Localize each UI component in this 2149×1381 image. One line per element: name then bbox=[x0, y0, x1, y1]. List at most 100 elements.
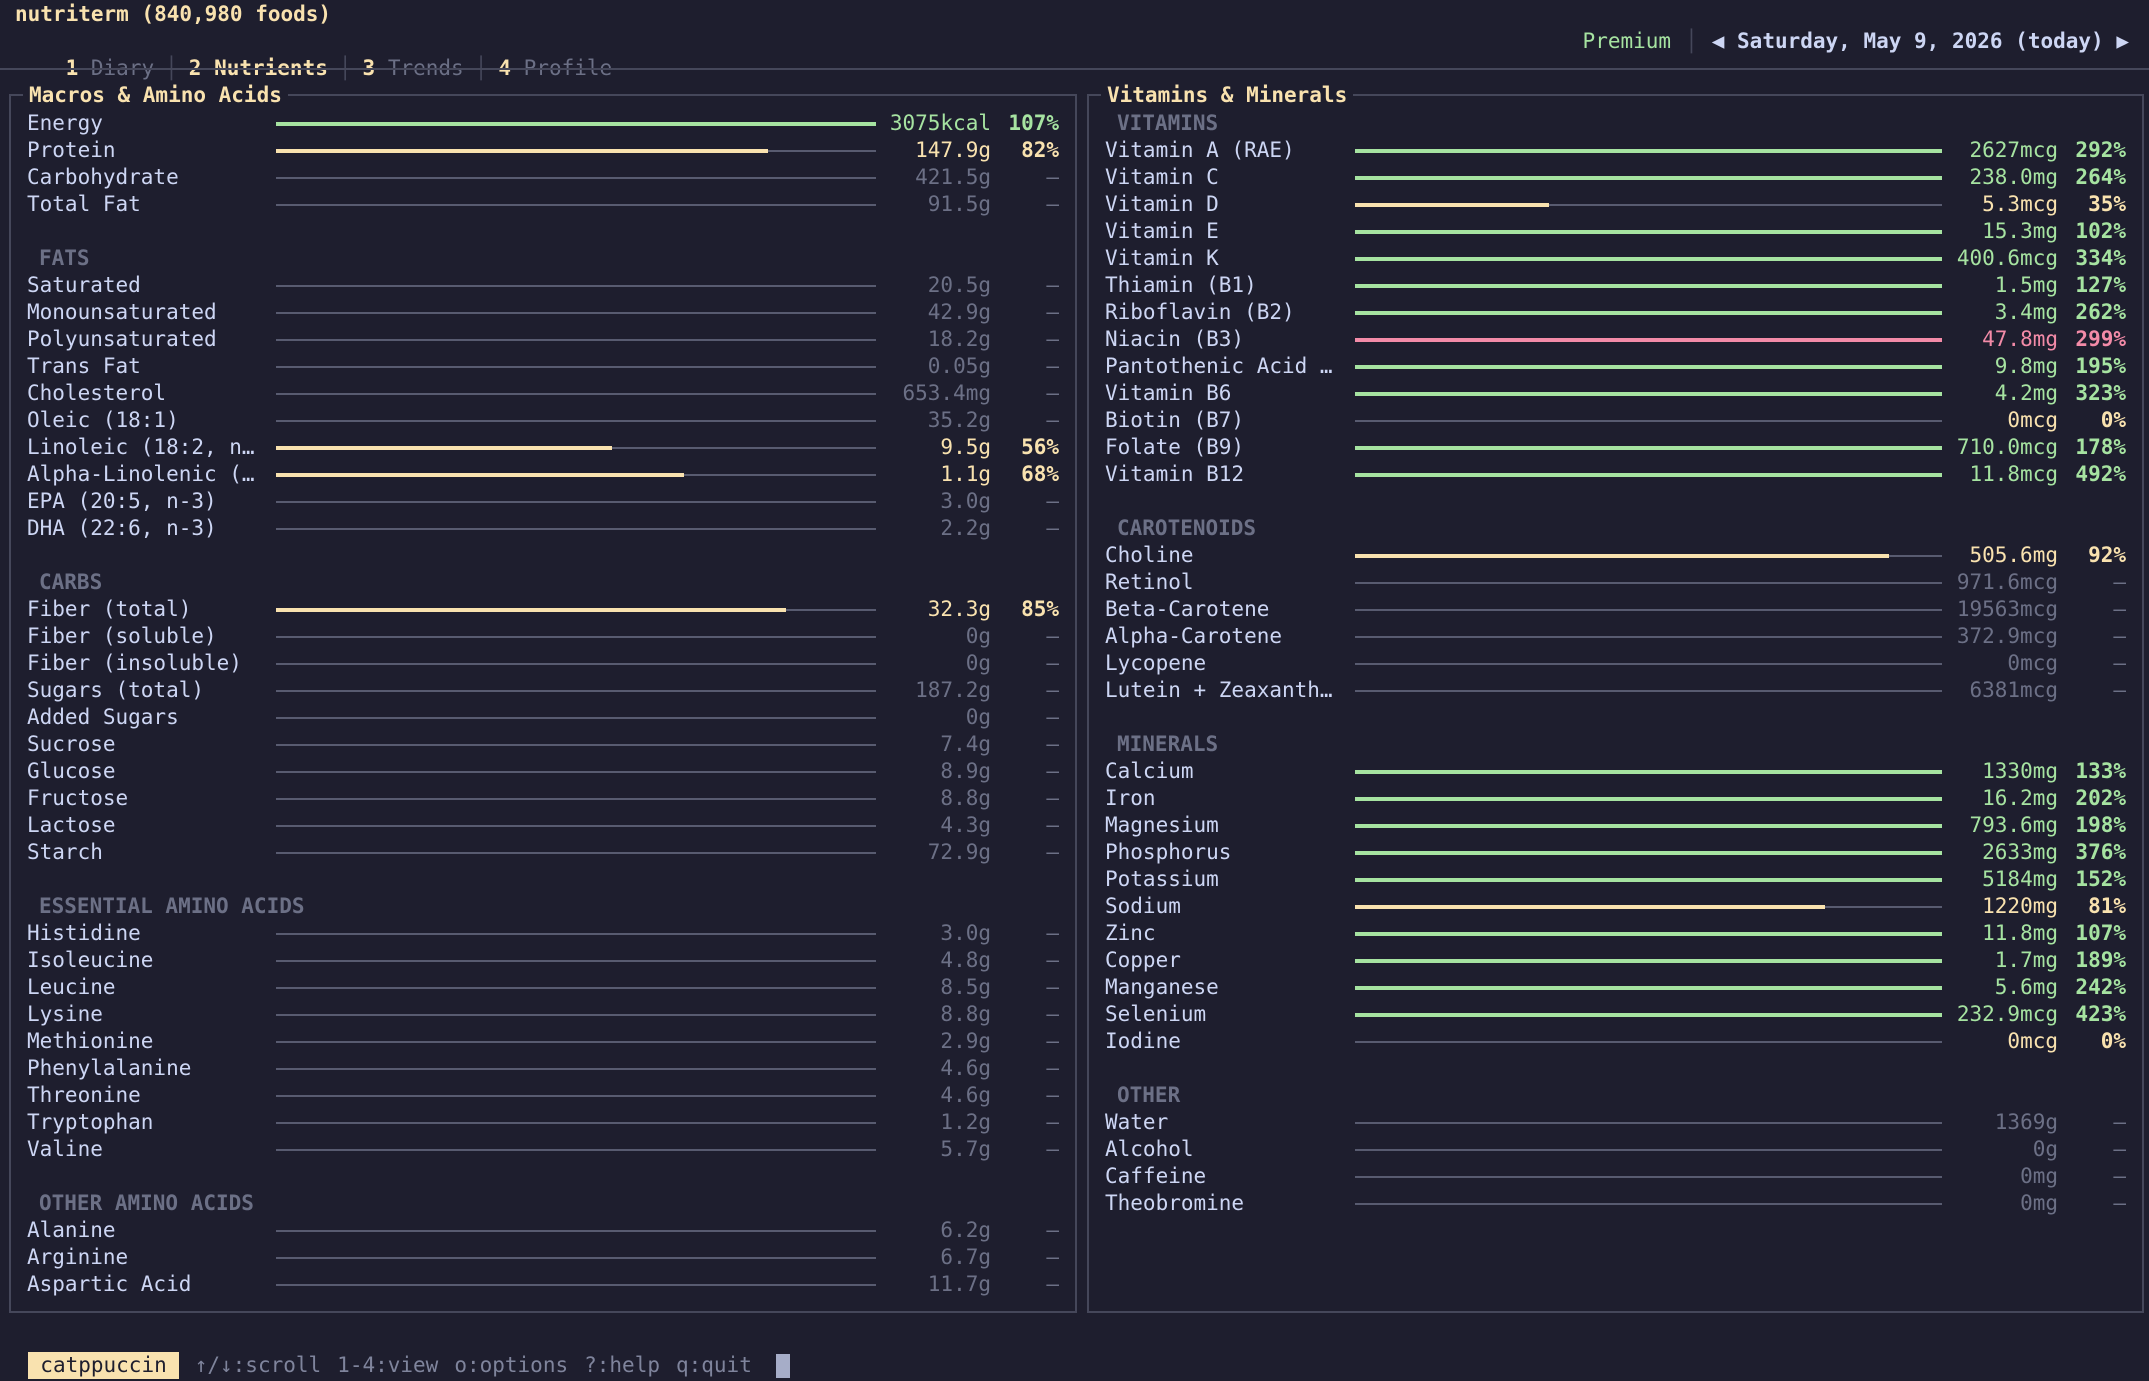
nutrient-label: Polyunsaturated bbox=[27, 327, 217, 351]
progress-fill bbox=[1355, 392, 1942, 396]
nutrient-list[interactable]: Energy 3075kcal 107% Protein 147.9g 82% Carboh… bbox=[11, 110, 1075, 1298]
nutrient-row-lutein-zeaxanth: Lutein + Zeaxanth… 6381mcg – bbox=[1089, 677, 2142, 704]
nutrient-value: 232.9mcg bbox=[1956, 1002, 2058, 1026]
nutrient-label: Alcohol bbox=[1105, 1137, 1194, 1161]
nutrient-value: 971.6mcg bbox=[1956, 570, 2058, 594]
nutrient-percent: 202% bbox=[2075, 786, 2126, 810]
nutrient-row-iron: Iron 16.2mg 202% bbox=[1089, 785, 2142, 812]
progress-fill bbox=[1355, 554, 1890, 558]
progress-fill bbox=[1355, 905, 1825, 909]
nutrient-percent: – bbox=[1046, 1137, 1059, 1161]
nutrient-value: 15.3mg bbox=[1982, 219, 2058, 243]
progress-track bbox=[276, 122, 876, 126]
nutrient-label: DHA (22:6, n-3) bbox=[27, 516, 217, 540]
theme-badge[interactable]: catppuccin bbox=[28, 1352, 179, 1379]
nutrient-row-caffeine: Caffeine 0mg – bbox=[1089, 1163, 2142, 1190]
nutrient-value: 2627mcg bbox=[1969, 138, 2058, 162]
progress-track bbox=[1355, 986, 1942, 990]
nutrient-value: 5.3mcg bbox=[1982, 192, 2058, 216]
nutrient-percent: 323% bbox=[2075, 381, 2126, 405]
nutrient-value: 2633mg bbox=[1982, 840, 2058, 864]
nutrient-label: Cholesterol bbox=[27, 381, 167, 405]
nutrient-value: 18.2g bbox=[927, 327, 991, 351]
nutrient-value: 421.5g bbox=[915, 165, 991, 189]
hint-quit: q:quit bbox=[675, 1353, 752, 1377]
nutrient-value: 505.6mg bbox=[1969, 543, 2058, 567]
nutrient-label: Vitamin E bbox=[1105, 219, 1219, 243]
nutrient-label: Energy bbox=[27, 111, 103, 135]
nutrient-label: Phosphorus bbox=[1105, 840, 1232, 864]
progress-track bbox=[276, 933, 876, 935]
nutrient-label: Trans Fat bbox=[27, 354, 141, 378]
nutrient-percent: – bbox=[1046, 273, 1059, 297]
nutrient-row-protein: Protein 147.9g 82% bbox=[11, 137, 1075, 164]
nutrient-row-vitamin-a-rae: Vitamin A (RAE) 2627mcg 292% bbox=[1089, 137, 2142, 164]
nutrient-row-isoleucine: Isoleucine 4.8g – bbox=[11, 947, 1075, 974]
nutrient-row-vitamin-c: Vitamin C 238.0mg 264% bbox=[1089, 164, 2142, 191]
nutrient-label: Biotin (B7) bbox=[1105, 408, 1245, 432]
progress-track bbox=[276, 149, 876, 153]
progress-fill bbox=[1355, 1013, 1942, 1017]
progress-track bbox=[276, 744, 876, 746]
nutrient-value: 0.05g bbox=[927, 354, 991, 378]
nutrient-percent: 178% bbox=[2075, 435, 2126, 459]
nutrient-row-choline: Choline 505.6mg 92% bbox=[1089, 542, 2142, 569]
progress-fill bbox=[1355, 797, 1942, 801]
progress-fill bbox=[276, 122, 876, 126]
nutrient-percent: 299% bbox=[2075, 327, 2126, 351]
progress-fill bbox=[1355, 203, 1549, 207]
nutrient-percent: – bbox=[1046, 516, 1059, 540]
next-day-arrow-icon[interactable]: ▶ bbox=[2116, 29, 2129, 53]
nutrient-row-total-fat: Total Fat 91.5g – bbox=[11, 191, 1075, 218]
nutrient-row-beta-carotene: Beta-Carotene 19563mcg – bbox=[1089, 596, 2142, 623]
nutrient-percent: – bbox=[1046, 1245, 1059, 1269]
progress-track bbox=[1355, 636, 1942, 638]
nutrient-row-alcohol: Alcohol 0g – bbox=[1089, 1136, 2142, 1163]
progress-track bbox=[1355, 1122, 1942, 1124]
nutrient-label: Water bbox=[1105, 1110, 1169, 1134]
nutrient-percent: 81% bbox=[2088, 894, 2126, 918]
nutrient-value: 8.8g bbox=[940, 1002, 991, 1026]
nutrient-row-sugars-total: Sugars (total) 187.2g – bbox=[11, 677, 1075, 704]
nutrient-label: Isoleucine bbox=[27, 948, 154, 972]
nutrient-row-fiber-soluble: Fiber (soluble) 0g – bbox=[11, 623, 1075, 650]
nutrient-row-saturated: Saturated 20.5g – bbox=[11, 272, 1075, 299]
progress-track bbox=[1355, 797, 1942, 801]
nutrient-label: Vitamin B6 bbox=[1105, 381, 1232, 405]
nutrient-row-threonine: Threonine 4.6g – bbox=[11, 1082, 1075, 1109]
nutrient-row-histidine: Histidine 3.0g – bbox=[11, 920, 1075, 947]
nutrient-row-theobromine: Theobromine 0mg – bbox=[1089, 1190, 2142, 1217]
nutrient-value: 20.5g bbox=[927, 273, 991, 297]
nutrient-percent: – bbox=[1046, 786, 1059, 810]
nutrient-value: 1369g bbox=[1994, 1110, 2058, 1134]
progress-track bbox=[276, 177, 876, 179]
nutrient-label: Fiber (soluble) bbox=[27, 624, 217, 648]
progress-track bbox=[276, 204, 876, 206]
progress-fill bbox=[1355, 230, 1942, 234]
section-header-minerals: MINERALS bbox=[1117, 732, 1219, 756]
nutrient-value: 72.9g bbox=[927, 840, 991, 864]
nutrient-value: 4.2mg bbox=[1994, 381, 2058, 405]
nutrient-value: 0mg bbox=[2020, 1191, 2058, 1215]
nutrient-label: Manganese bbox=[1105, 975, 1219, 999]
progress-track bbox=[1355, 905, 1942, 909]
nutrient-value: 0g bbox=[2032, 1137, 2058, 1161]
nutrient-value: 5.6mg bbox=[1994, 975, 2058, 999]
nutrient-value: 8.9g bbox=[940, 759, 991, 783]
prev-day-arrow-icon[interactable]: ◀ bbox=[1712, 29, 1725, 53]
nutrient-row-manganese: Manganese 5.6mg 242% bbox=[1089, 974, 2142, 1001]
progress-track bbox=[276, 1284, 876, 1286]
nutrient-percent: 0% bbox=[2100, 408, 2126, 432]
nutrient-list[interactable]: VITAMINS Vitamin A (RAE) 2627mcg 292% Vitami… bbox=[1089, 110, 2142, 1217]
nutrient-percent: 292% bbox=[2075, 138, 2126, 162]
hint-help: ?:help bbox=[584, 1353, 660, 1377]
nutrient-row-leucine: Leucine 8.5g – bbox=[11, 974, 1075, 1001]
nutrient-row-retinol: Retinol 971.6mcg – bbox=[1089, 569, 2142, 596]
nutrient-value: 9.8mg bbox=[1994, 354, 2058, 378]
progress-track bbox=[276, 312, 876, 314]
progress-fill bbox=[1355, 365, 1942, 369]
nutrient-label: Lactose bbox=[27, 813, 116, 837]
progress-fill bbox=[1355, 257, 1942, 261]
nutrient-value: 793.6mg bbox=[1969, 813, 2058, 837]
nutrient-percent: – bbox=[2113, 1191, 2126, 1215]
